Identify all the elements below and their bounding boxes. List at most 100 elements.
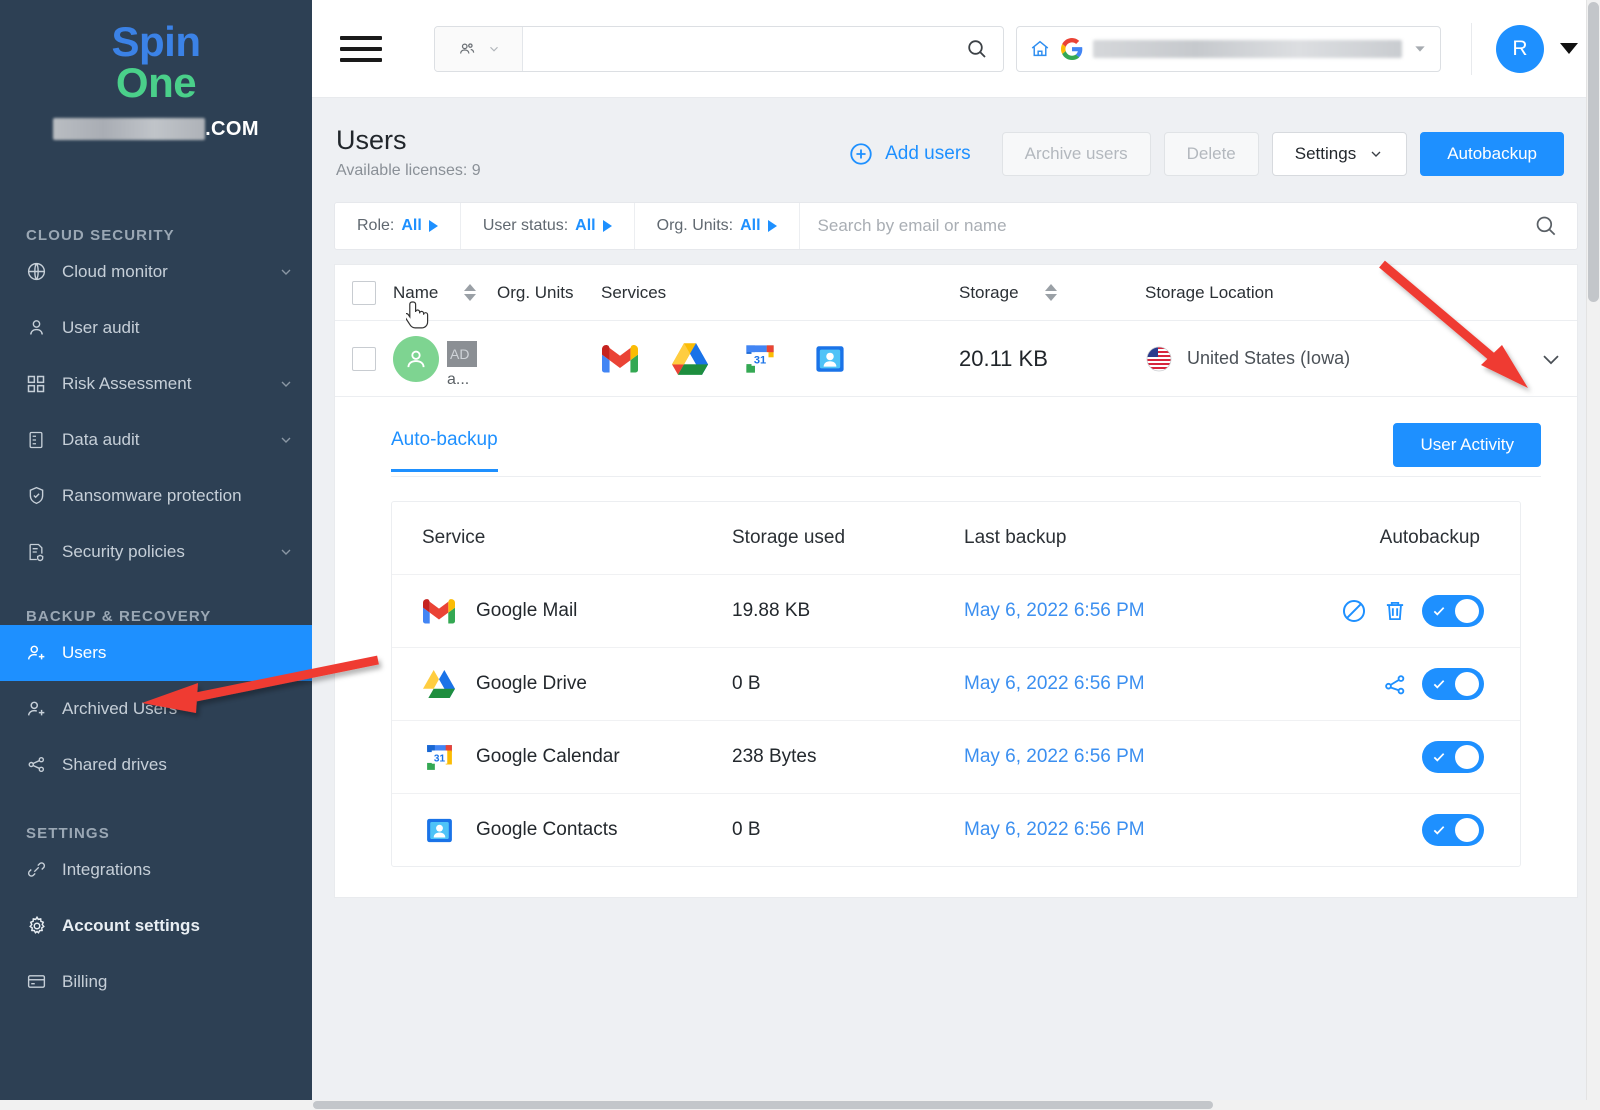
sidebar-item-user-audit[interactable]: User audit (0, 300, 312, 356)
column-header-storage[interactable]: Storage (959, 283, 1145, 303)
service-storage-used: 19.88 KB (732, 600, 964, 622)
autobackup-button[interactable]: Autobackup (1420, 132, 1564, 176)
column-header-org-units: Org. Units (497, 283, 601, 303)
sidebar-item-label: Archived Users (62, 699, 294, 719)
vertical-scrollbar[interactable] (1586, 0, 1600, 1110)
avatar[interactable]: R (1496, 25, 1544, 73)
home-icon (1029, 38, 1051, 60)
sidebar-item-risk-assessment[interactable]: Risk Assessment (0, 356, 312, 412)
toggle-knob (1455, 818, 1479, 842)
triangle-right-icon (768, 220, 777, 232)
search-icon[interactable] (951, 27, 1003, 71)
service-row-google-drive: Google Drive 0 B May 6, 2022 6:56 PM (392, 647, 1520, 720)
archive-users-button[interactable]: Archive users (1002, 132, 1151, 176)
sidebar-item-label: Billing (62, 972, 294, 992)
toggle-knob (1455, 745, 1479, 769)
sidebar-item-label: Account settings (62, 916, 294, 936)
brand-logo[interactable]: Spin One (0, 0, 312, 104)
select-all-cell (335, 281, 393, 305)
main-area: R Users Available licenses: 9 Add users … (312, 0, 1600, 1110)
settings-button[interactable]: Settings (1272, 132, 1407, 176)
svg-text:31: 31 (754, 354, 766, 366)
sidebar-item-cloud-monitor[interactable]: Cloud monitor (0, 244, 312, 300)
sidebar-item-security-policies[interactable]: Security policies (0, 524, 312, 580)
card-icon (26, 971, 54, 992)
filter-role-value: All (401, 217, 421, 235)
chevron-down-icon (278, 264, 294, 280)
sidebar-item-ransomware-protection[interactable]: Ransomware protection (0, 468, 312, 524)
profile-caret-down-icon[interactable] (1560, 43, 1578, 54)
service-last-backup[interactable]: May 6, 2022 6:56 PM (964, 819, 1264, 841)
service-name-cell: 31 Google Calendar (422, 740, 732, 774)
autobackup-toggle[interactable] (1422, 595, 1484, 627)
row-services-cell: 31 (497, 340, 959, 378)
global-search-group (434, 26, 1004, 72)
tab-auto-backup[interactable]: Auto-backup (391, 429, 498, 472)
user-detail-panel: Auto-backup User Activity Service Storag… (334, 397, 1578, 898)
delete-button[interactable]: Delete (1164, 132, 1259, 176)
hamburger-icon[interactable] (340, 34, 382, 64)
toggle-knob (1455, 672, 1479, 696)
toggle-knob (1455, 599, 1479, 623)
filter-user-status-label: User status: (483, 217, 568, 235)
column-header-services: Services (601, 283, 959, 303)
service-row-google-contacts: Google Contacts 0 B May 6, 2022 6:56 PM (392, 793, 1520, 866)
search-type-selector[interactable] (435, 27, 523, 71)
sidebar-item-data-audit[interactable]: Data audit (0, 412, 312, 468)
user-name-tail: a... (447, 371, 469, 389)
column-header-name-label: Name (393, 283, 438, 303)
sidebar-item-integrations[interactable]: Integrations (0, 842, 312, 898)
trash-icon[interactable] (1382, 598, 1408, 624)
filter-user-status[interactable]: User status: All (461, 203, 635, 249)
sidebar-item-billing[interactable]: Billing (0, 954, 312, 1010)
service-autobackup-controls (1264, 668, 1520, 700)
autobackup-services-table: Service Storage used Last backup Autobac… (391, 501, 1521, 867)
people-icon (456, 40, 478, 58)
gmail-icon (601, 340, 639, 378)
share-icon[interactable] (1382, 671, 1408, 697)
sort-arrows-icon[interactable] (1045, 284, 1057, 301)
select-all-checkbox[interactable] (352, 281, 376, 305)
service-last-backup[interactable]: May 6, 2022 6:56 PM (964, 746, 1264, 768)
domain-suffix: .COM (205, 118, 259, 141)
horizontal-scrollbar[interactable] (0, 1100, 1600, 1110)
sidebar-item-shared-drives[interactable]: Shared drives (0, 737, 312, 793)
redacted-domain-block (53, 118, 205, 140)
service-name-cell: Google Drive (422, 667, 732, 701)
user-search-input[interactable] (818, 216, 1515, 236)
column-header-storage-used: Storage used (732, 527, 964, 549)
vertical-scrollbar-thumb[interactable] (1588, 2, 1599, 302)
content-area: Users Available licenses: 9 Add users Ar… (312, 98, 1600, 1110)
service-last-backup[interactable]: May 6, 2022 6:56 PM (964, 600, 1264, 622)
sidebar-item-account-settings[interactable]: Account settings (0, 898, 312, 954)
global-search-input[interactable] (535, 40, 939, 57)
row-expand-chevron[interactable] (1525, 345, 1577, 373)
add-users-button[interactable]: Add users (848, 141, 971, 167)
filter-org-units[interactable]: Org. Units: All (635, 203, 800, 249)
user-activity-button[interactable]: User Activity (1393, 423, 1541, 467)
horizontal-scrollbar-thumb[interactable] (313, 1101, 1213, 1109)
autobackup-toggle[interactable] (1422, 668, 1484, 700)
account-selector[interactable] (1016, 26, 1441, 72)
service-last-backup[interactable]: May 6, 2022 6:56 PM (964, 673, 1264, 695)
service-name-cell: Google Mail (422, 594, 732, 628)
sidebar-item-label: Risk Assessment (62, 374, 278, 394)
gear-icon (26, 915, 54, 937)
row-storage-location-text: United States (Iowa) (1187, 348, 1350, 369)
block-icon[interactable] (1340, 597, 1368, 625)
autobackup-toggle[interactable] (1422, 741, 1484, 773)
filter-role[interactable]: Role: All (335, 203, 461, 249)
column-header-name[interactable]: Name (393, 283, 497, 303)
services-table-header: Service Storage used Last backup Autobac… (392, 502, 1520, 574)
row-checkbox[interactable] (352, 347, 376, 371)
search-icon[interactable] (1533, 203, 1577, 249)
service-storage-used: 0 B (732, 673, 964, 695)
autobackup-toggle[interactable] (1422, 814, 1484, 846)
topbar-profile-area: R (1471, 23, 1578, 75)
sidebar-item-archived-users[interactable]: Archived Users (0, 681, 312, 737)
us-flag-icon (1145, 345, 1173, 373)
sort-arrows-icon[interactable] (464, 284, 476, 301)
table-row[interactable]: AD a... (335, 321, 1577, 397)
sidebar-item-users[interactable]: Users (0, 625, 312, 681)
policy-icon (26, 542, 54, 562)
